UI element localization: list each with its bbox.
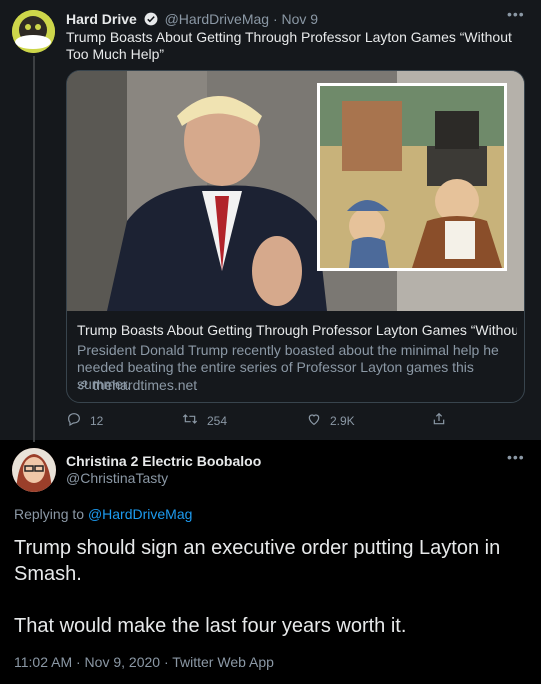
reply-action[interactable]: 12 xyxy=(66,411,103,430)
hard-drive-avatar[interactable] xyxy=(12,10,55,53)
tweet-timestamp[interactable]: 11:02 AM · Nov 9, 2020 · Twitter Web App xyxy=(14,654,274,670)
replying-to-handle[interactable]: @HardDriveMag xyxy=(88,506,192,522)
replying-to-label: Replying to xyxy=(14,506,85,522)
like-count: 2.9K xyxy=(330,413,355,428)
like-action[interactable]: 2.9K xyxy=(306,411,355,430)
heart-icon xyxy=(306,411,322,430)
reply-text-line-1: Trump should sign an executive order put… xyxy=(14,537,501,585)
card-link[interactable]: thehardtimes.net xyxy=(77,377,197,393)
author-handle[interactable]: @HardDriveMag xyxy=(165,11,269,27)
share-action[interactable] xyxy=(431,411,447,430)
author-name[interactable]: Hard Drive xyxy=(66,11,137,27)
replying-to: Replying to @HardDriveMag xyxy=(14,506,192,522)
card-title[interactable]: Trump Boasts About Getting Through Profe… xyxy=(77,322,517,338)
parent-header: Hard Drive @HardDriveMag · Nov 9 xyxy=(66,11,318,29)
reply-count: 12 xyxy=(90,413,104,428)
more-icon[interactable]: ••• xyxy=(507,6,525,22)
tweet-date[interactable]: · Nov 9 xyxy=(273,11,318,27)
verified-badge-icon xyxy=(144,12,158,29)
reply-text-line-2: That would make the last four years wort… xyxy=(14,615,407,637)
tweet-actions: 12 254 2.9K xyxy=(66,411,486,431)
retweet-action[interactable]: 254 xyxy=(181,411,227,430)
reply-header: Christina 2 Electric Boobaloo xyxy=(66,453,261,469)
reply-author-name[interactable]: Christina 2 Electric Boobaloo xyxy=(66,453,261,469)
reply-author-handle[interactable]: @ChristinaTasty xyxy=(66,470,168,486)
parent-tweet-text: Trump Boasts About Getting Through Profe… xyxy=(66,29,512,62)
card-domain: thehardtimes.net xyxy=(92,377,198,393)
thread-line xyxy=(33,56,35,442)
reply-tweet-text: Trump should sign an executive order put… xyxy=(14,535,534,639)
reply-icon xyxy=(66,411,82,430)
link-icon xyxy=(77,377,93,393)
retweet-count: 254 xyxy=(207,413,228,428)
share-icon xyxy=(431,411,447,430)
link-card[interactable]: Trump Boasts About Getting Through Profe… xyxy=(66,70,525,403)
christina-avatar[interactable] xyxy=(12,448,56,492)
card-image xyxy=(67,71,524,311)
retweet-icon xyxy=(181,411,199,430)
more-icon[interactable]: ••• xyxy=(507,449,525,465)
parent-tweet[interactable]: Hard Drive @HardDriveMag · Nov 9 ••• Tru… xyxy=(0,0,541,442)
